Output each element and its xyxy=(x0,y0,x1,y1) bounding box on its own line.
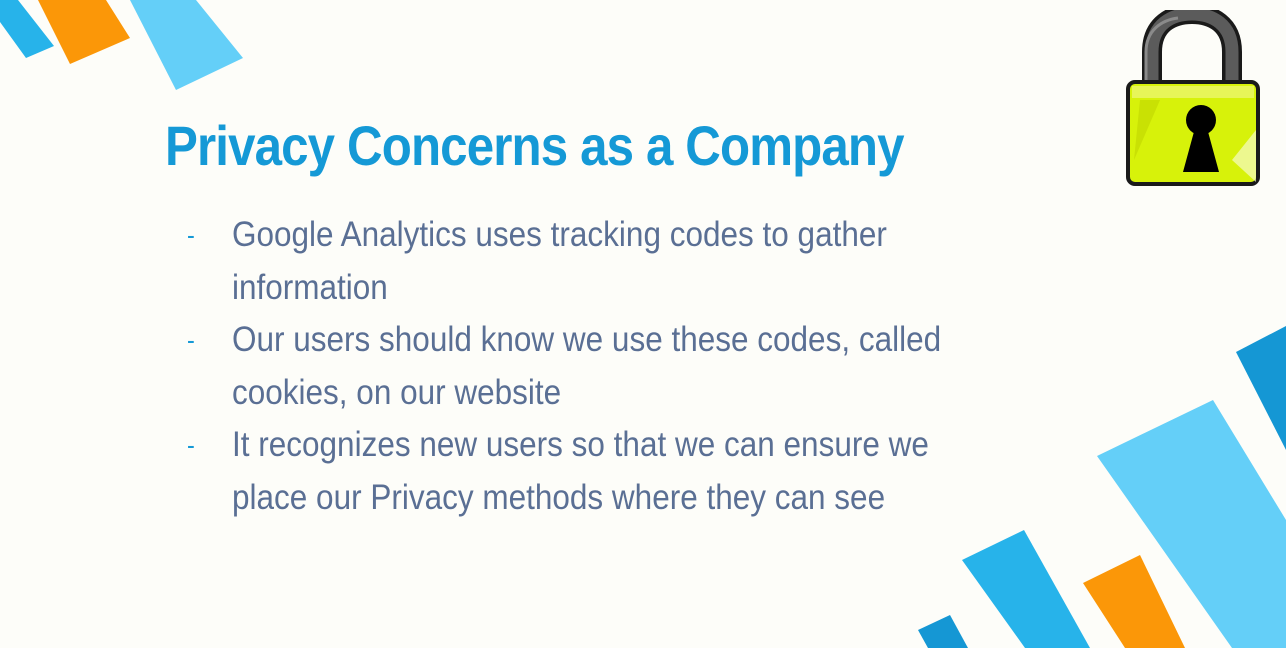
bullet-item: - Google Analytics uses tracking codes t… xyxy=(187,209,997,314)
bullet-text: Our users should know we use these codes… xyxy=(232,320,942,412)
bullet-text: Google Analytics uses tracking codes to … xyxy=(232,215,887,307)
stripe-right-dark-blue xyxy=(1236,326,1286,450)
bullet-marker: - xyxy=(187,430,195,460)
bullet-item: - It recognizes new users so that we can… xyxy=(187,419,997,524)
padlock-icon xyxy=(1126,10,1260,186)
bullet-list: - Google Analytics uses tracking codes t… xyxy=(187,209,997,524)
stripe-bottom-orange xyxy=(1083,555,1185,648)
slide: Privacy Concerns as a Company - Google A… xyxy=(0,0,1286,648)
stripe-top-left-orange xyxy=(38,0,130,64)
stripe-top-left-light-blue xyxy=(130,0,243,90)
stripe-bottom-blue xyxy=(962,530,1090,648)
slide-title: Privacy Concerns as a Company xyxy=(165,114,905,177)
stripe-bottom-dark-blue xyxy=(918,615,968,648)
bullet-marker: - xyxy=(187,325,195,355)
bullet-item: - Our users should know we use these cod… xyxy=(187,314,997,419)
bullet-text: It recognizes new users so that we can e… xyxy=(232,425,929,517)
bullet-marker: - xyxy=(187,220,195,250)
